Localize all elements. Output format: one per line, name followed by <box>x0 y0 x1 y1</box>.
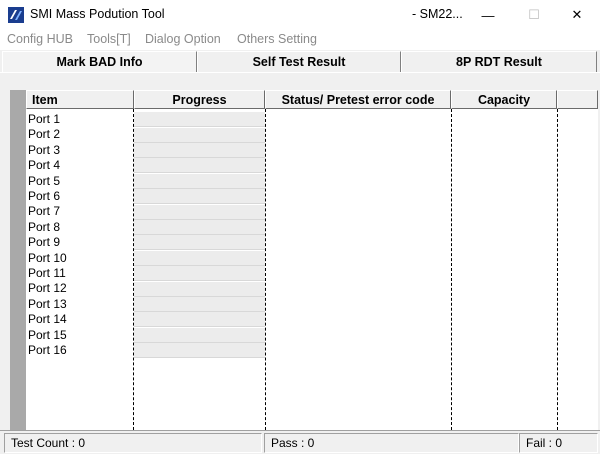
progress-cell <box>134 343 265 359</box>
smi-app-icon <box>8 7 24 23</box>
port-label: Port 16 <box>28 343 67 357</box>
column-header-capacity[interactable]: Capacity <box>451 90 557 109</box>
column-header-item[interactable]: Item <box>26 90 134 109</box>
port-label: Port 5 <box>28 173 61 188</box>
progress-cell <box>134 204 265 220</box>
column-header-label: Item <box>32 92 58 107</box>
minimize-button[interactable]: — <box>465 0 511 30</box>
progress-cell <box>134 281 265 297</box>
menu-dialog-option[interactable]: Dialog Option <box>145 32 221 46</box>
port-grid: Item Progress Status/ Pretest error code… <box>26 90 598 430</box>
menu-config-hub[interactable]: Config HUB <box>7 32 73 46</box>
window-title-suffix: - SM22... <box>412 7 463 21</box>
column-header-extra <box>557 90 598 109</box>
maximize-icon: ☐ <box>528 7 540 22</box>
port-label: Port 15 <box>28 327 67 342</box>
status-test-count: Test Count : 0 <box>4 433 262 453</box>
progress-cell <box>134 173 265 189</box>
tab-label: Mark BAD Info <box>56 55 143 69</box>
port-label: Port 1 <box>28 112 61 126</box>
column-divider <box>265 109 266 430</box>
status-fail: Fail : 0 <box>519 433 598 453</box>
port-label: Port 10 <box>28 250 67 265</box>
port-label: Port 9 <box>28 235 61 250</box>
menu-bar: Config HUB Tools[T] Dialog Option Others… <box>0 30 600 49</box>
column-divider <box>557 109 558 430</box>
progress-cell <box>134 127 265 143</box>
port-label: Port 13 <box>28 296 67 311</box>
port-label: Port 7 <box>28 204 61 219</box>
tab-label: Self Test Result <box>252 55 346 69</box>
progress-cell <box>134 297 265 312</box>
progress-cell <box>134 143 265 158</box>
port-label: Port 8 <box>28 219 61 234</box>
progress-cell <box>134 235 265 251</box>
progress-cell <box>134 312 265 328</box>
port-label: Port 11 <box>28 266 66 280</box>
tab-self-test-result[interactable]: Self Test Result <box>197 51 401 72</box>
status-bar: Test Count : 0 Pass : 0 Fail : 0 <box>0 430 600 454</box>
grid-border-left <box>10 90 26 430</box>
menu-tools[interactable]: Tools[T] <box>87 32 131 46</box>
column-header-status[interactable]: Status/ Pretest error code <box>265 90 451 109</box>
column-header-label: Capacity <box>477 92 531 107</box>
title-bar: SMI Mass Podution Tool - SM22... — ☐ ✕ <box>0 0 600 30</box>
window-title: SMI Mass Podution Tool <box>30 7 165 21</box>
maximize-button[interactable]: ☐ <box>511 0 557 30</box>
progress-cell <box>134 220 265 235</box>
progress-cell <box>134 112 265 128</box>
progress-cell <box>134 266 265 282</box>
status-pass: Pass : 0 <box>264 433 519 453</box>
port-label: Port 14 <box>28 312 67 327</box>
tab-8p-rdt-result[interactable]: 8P RDT Result <box>401 51 597 72</box>
tab-strip: Mark BAD Info Self Test Result 8P RDT Re… <box>0 50 600 72</box>
column-header-progress[interactable]: Progress <box>134 90 265 109</box>
column-header-label: Status/ Pretest error code <box>281 92 435 107</box>
tab-label: 8P RDT Result <box>456 55 542 69</box>
progress-cell <box>134 250 265 266</box>
column-divider <box>451 109 452 430</box>
minimize-icon: — <box>481 7 495 23</box>
port-label: Port 4 <box>28 158 61 173</box>
port-label: Port 3 <box>28 142 61 157</box>
port-label: Port 6 <box>28 189 61 203</box>
port-label: Port 12 <box>28 281 67 296</box>
progress-cell <box>134 189 265 205</box>
column-header-label: Progress <box>172 92 227 107</box>
close-button[interactable]: ✕ <box>554 0 600 30</box>
progress-cell <box>134 327 265 343</box>
menu-others-setting[interactable]: Others Setting <box>237 32 317 46</box>
port-label: Port 2 <box>28 127 61 142</box>
column-divider <box>133 109 134 430</box>
progress-cell <box>134 158 265 174</box>
close-icon: ✕ <box>571 7 583 22</box>
tab-mark-bad-info[interactable]: Mark BAD Info <box>2 51 197 72</box>
